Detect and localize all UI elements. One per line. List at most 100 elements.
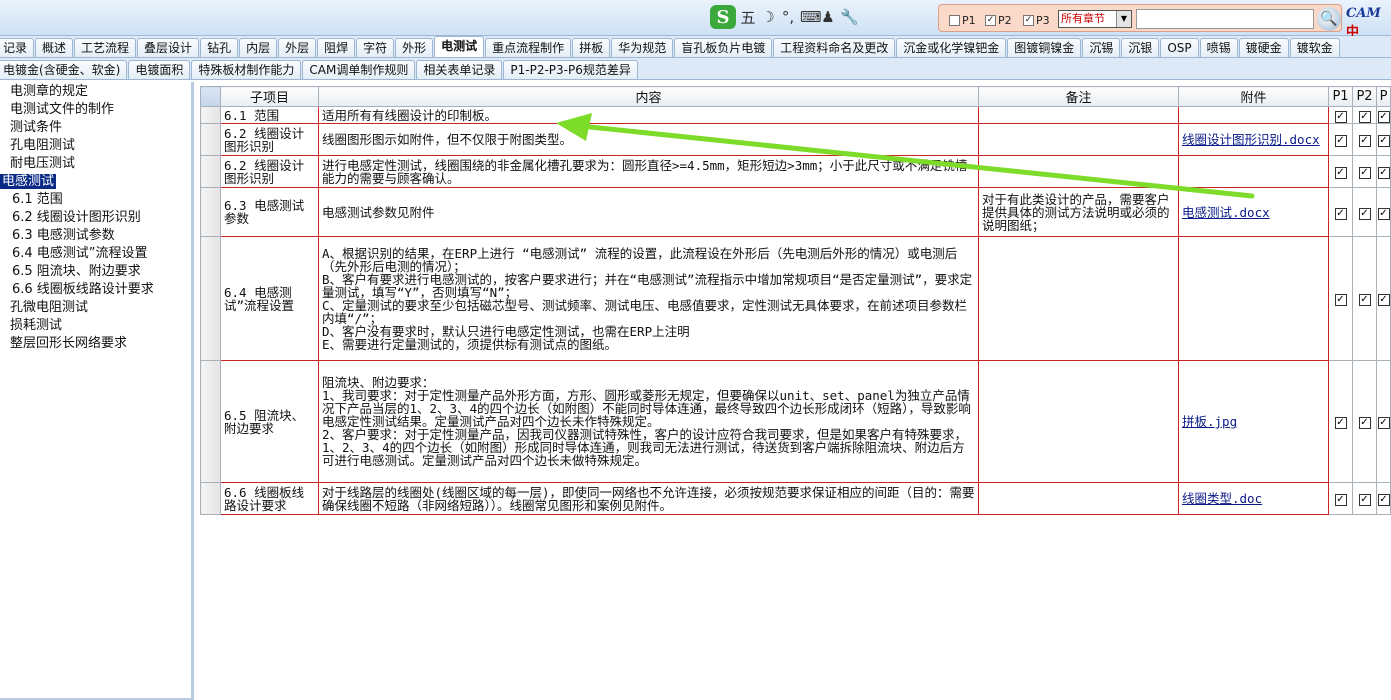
cell-p3-checkbox[interactable]: ✓	[1376, 106, 1391, 124]
row-indicator[interactable]	[200, 482, 221, 515]
cell-sub-item[interactable]: 6.4 电感测试”流程设置	[220, 236, 319, 361]
chevron-down-icon[interactable]: ▼	[1116, 11, 1131, 27]
cell-sub-item[interactable]: 6.1 范围	[220, 106, 319, 124]
table-row[interactable]: 6.6 线圈板线路设计要求 对于线路层的线圈处(线圈区域的每一层)，即使同一网络也…	[200, 482, 1391, 515]
tree-subitem[interactable]: 6.5 阻流块、附边要求	[0, 263, 191, 281]
cell-p1-checkbox[interactable]: ✓	[1328, 106, 1353, 124]
user-icon[interactable]: ♟	[820, 8, 836, 26]
cell-note[interactable]: 对于有此类设计的产品，需要客户提供具体的测试方法说明或必须的说明图纸；	[978, 187, 1179, 237]
tab-chapter[interactable]: 电镀面积	[128, 60, 191, 79]
tab-chapter[interactable]: 记录	[0, 38, 35, 57]
p2-checkbox[interactable]: ✓ P2	[985, 14, 1012, 27]
tree-item[interactable]: 孔微电阻测试	[0, 299, 191, 317]
wrench-icon[interactable]: 🔧	[840, 8, 859, 26]
cell-p3-checkbox[interactable]: ✓	[1376, 360, 1391, 483]
p3-row-checkbox[interactable]: ✓	[1377, 110, 1390, 123]
column-header-attachment[interactable]: 附件	[1178, 86, 1329, 107]
column-header-content[interactable]: 内容	[318, 86, 979, 107]
p1-row-checkbox[interactable]: ✓	[1334, 417, 1347, 429]
tab-chapter[interactable]: OSP	[1160, 38, 1199, 57]
cell-sub-item[interactable]: 6.2 线圈设计图形识别	[220, 123, 319, 156]
cell-p3-checkbox[interactable]: ✓	[1376, 482, 1391, 515]
column-header-note[interactable]: 备注	[978, 86, 1179, 107]
tab-chapter[interactable]: CAM调单制作规则	[302, 60, 416, 79]
cell-content[interactable]: 对于线路层的线圈处(线圈区域的每一层)，即使同一网络也不允许连接，必须按规范要求…	[318, 482, 979, 515]
cell-p2-checkbox[interactable]: ✓	[1352, 360, 1377, 483]
tab-chapter[interactable]: 拼板	[572, 38, 611, 57]
p3-checkbox[interactable]: ✓ P3	[1023, 14, 1050, 27]
tab-chapter[interactable]: 字符	[356, 38, 395, 57]
cell-p2-checkbox[interactable]: ✓	[1352, 236, 1377, 361]
cell-sub-item[interactable]: 6.3 电感测试参数	[220, 187, 319, 237]
tab-chapter[interactable]: 阻焊	[317, 38, 356, 57]
tree-item[interactable]: 测试条件	[0, 119, 191, 137]
column-header-p3[interactable]: P	[1376, 86, 1391, 107]
p2-row-checkbox[interactable]: ✓	[1358, 110, 1371, 123]
tab-chapter[interactable]: 沉银	[1121, 38, 1160, 57]
attachment-link[interactable]: 拼板.jpg	[1182, 414, 1237, 429]
cell-content[interactable]: 进行电感定性测试，线圈围绕的非金属化槽孔要求为：圆形直径>=4.5mm，矩形短边…	[318, 155, 979, 188]
p2-row-checkbox[interactable]: ✓	[1358, 135, 1371, 147]
tab-chapter[interactable]: 概述	[35, 38, 74, 57]
cell-attachment[interactable]	[1178, 155, 1329, 188]
cell-p1-checkbox[interactable]: ✓	[1328, 123, 1353, 156]
p1-row-checkbox[interactable]: ✓	[1334, 207, 1347, 220]
column-header-p2[interactable]: P2	[1352, 86, 1377, 107]
cell-attachment[interactable]: 电感测试.docx	[1178, 187, 1329, 237]
row-indicator[interactable]	[200, 155, 221, 188]
cell-sub-item[interactable]: 6.6 线圈板线路设计要求	[220, 482, 319, 515]
table-row[interactable]: 6.1 范围 适用所有有线圈设计的印制板。 ✓ ✓ ✓	[200, 106, 1391, 124]
tab-chapter[interactable]: 重点流程制作	[485, 38, 572, 57]
cell-p3-checkbox[interactable]: ✓	[1376, 236, 1391, 361]
p2-row-checkbox[interactable]: ✓	[1358, 207, 1371, 220]
cell-note[interactable]	[978, 106, 1179, 124]
cell-p2-checkbox[interactable]: ✓	[1352, 482, 1377, 515]
cell-p2-checkbox[interactable]: ✓	[1352, 106, 1377, 124]
p3-row-checkbox[interactable]: ✓	[1377, 207, 1390, 220]
p3-checkbox-box[interactable]: ✓	[1023, 15, 1034, 26]
column-header-p1[interactable]: P1	[1328, 86, 1353, 107]
cell-attachment[interactable]: 线圈设计图形识别.docx	[1178, 123, 1329, 156]
p3-row-checkbox[interactable]: ✓	[1377, 135, 1390, 147]
tree-subitem[interactable]: 6.3 电感测试参数	[0, 227, 191, 245]
row-indicator[interactable]	[200, 123, 221, 156]
cell-p1-checkbox[interactable]: ✓	[1328, 155, 1353, 188]
p1-row-checkbox[interactable]: ✓	[1334, 110, 1347, 123]
p1-row-checkbox[interactable]: ✓	[1334, 294, 1347, 306]
p1-checkbox-box[interactable]	[949, 15, 960, 26]
cell-attachment[interactable]: 线圈类型.doc	[1178, 482, 1329, 515]
p3-row-checkbox[interactable]: ✓	[1377, 494, 1390, 506]
p3-row-checkbox[interactable]: ✓	[1377, 417, 1390, 429]
tab-chapter[interactable]: 镀软金	[1289, 38, 1340, 57]
tab-chapter[interactable]: 沉金或化学镍钯金	[896, 38, 1007, 57]
table-row[interactable]: 6.2 线圈设计图形识别 线圈图形图示如附件，但不仅限于附图类型。 线圈设计图形识别…	[200, 123, 1391, 156]
tab-chapter[interactable]: 喷锡	[1199, 38, 1238, 57]
tab-chapter[interactable]: 钻孔	[200, 38, 239, 57]
table-row[interactable]: 6.4 电感测试”流程设置 A、根据识别的结果，在ERP上进行 “电感测试” 流程…	[200, 236, 1391, 361]
p1-row-checkbox[interactable]: ✓	[1334, 167, 1347, 179]
cell-sub-item[interactable]: 6.2 线圈设计图形识别	[220, 155, 319, 188]
search-input[interactable]	[1136, 9, 1314, 29]
cell-note[interactable]	[978, 482, 1179, 515]
cell-p2-checkbox[interactable]: ✓	[1352, 155, 1377, 188]
tab-chapter[interactable]: 相关表单记录	[416, 60, 503, 79]
row-indicator[interactable]	[200, 360, 221, 483]
cell-content[interactable]: 电感测试参数见附件	[318, 187, 979, 237]
table-row[interactable]: 6.2 线圈设计图形识别 进行电感定性测试，线圈围绕的非金属化槽孔要求为：圆形直径…	[200, 155, 1391, 188]
p2-checkbox-box[interactable]: ✓	[985, 15, 996, 26]
tree-item[interactable]: 电测章的规定	[0, 83, 191, 101]
cell-attachment[interactable]	[1178, 236, 1329, 361]
cell-note[interactable]	[978, 123, 1179, 156]
cell-p2-checkbox[interactable]: ✓	[1352, 123, 1377, 156]
row-indicator[interactable]	[200, 187, 221, 237]
attachment-link[interactable]: 电感测试.docx	[1182, 205, 1270, 220]
sogou-logo-icon[interactable]: S	[710, 5, 736, 29]
tab-chapter[interactable]: 镀硬金	[1238, 38, 1289, 57]
cell-note[interactable]	[978, 155, 1179, 188]
tree-item-selected[interactable]: 电感测试	[0, 173, 191, 191]
tab-chapter[interactable]: 外层	[278, 38, 317, 57]
cell-sub-item[interactable]: 6.5 阻流块、附边要求	[220, 360, 319, 483]
tab-chapter[interactable]: 工艺流程	[74, 38, 137, 57]
row-indicator[interactable]	[200, 236, 221, 361]
tab-chapter[interactable]: 内层	[239, 38, 278, 57]
